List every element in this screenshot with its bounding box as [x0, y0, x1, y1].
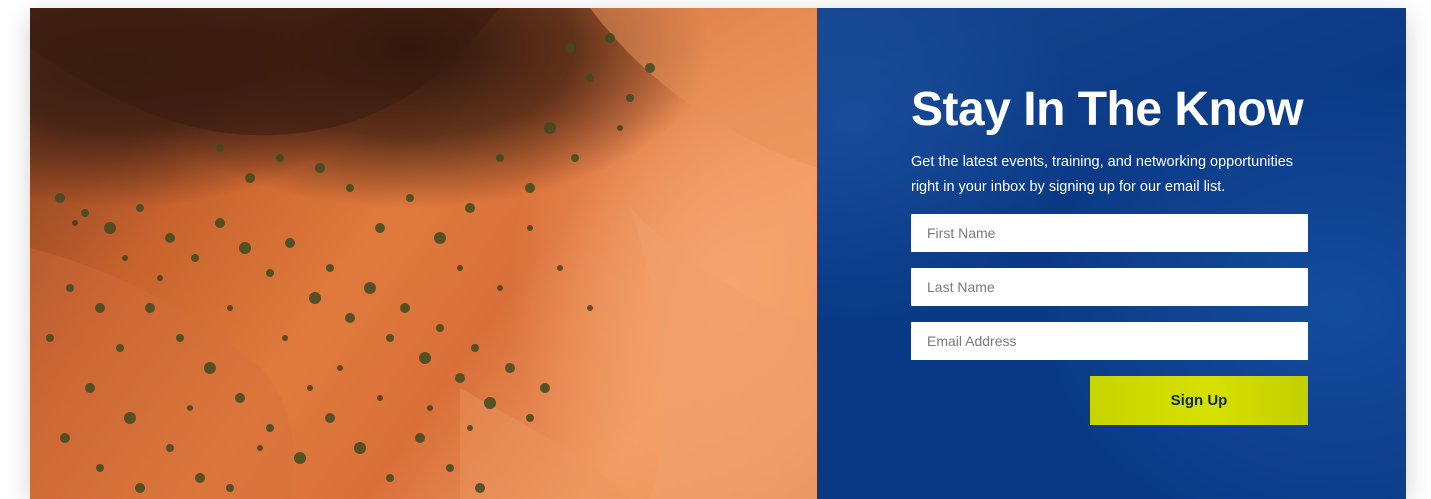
signup-form: Stay In The Know Get the latest events, …: [911, 80, 1311, 425]
last-name-field[interactable]: [911, 268, 1308, 306]
desert-terrain-texture: [30, 8, 817, 499]
sign-up-button[interactable]: Sign Up: [1090, 376, 1308, 425]
first-name-field[interactable]: [911, 214, 1308, 252]
aerial-desert-landscape-image: [30, 8, 817, 499]
signup-title: Stay In The Know: [911, 83, 1304, 136]
signup-panel: Stay In The Know Get the latest events, …: [817, 8, 1406, 499]
signup-description: Get the latest events, training, and net…: [911, 154, 1294, 195]
button-row: Sign Up: [911, 376, 1308, 425]
newsletter-signup-banner: Stay In The Know Get the latest events, …: [30, 8, 1406, 499]
email-field[interactable]: [911, 322, 1308, 360]
page: Stay In The Know Get the latest events, …: [0, 0, 1431, 499]
